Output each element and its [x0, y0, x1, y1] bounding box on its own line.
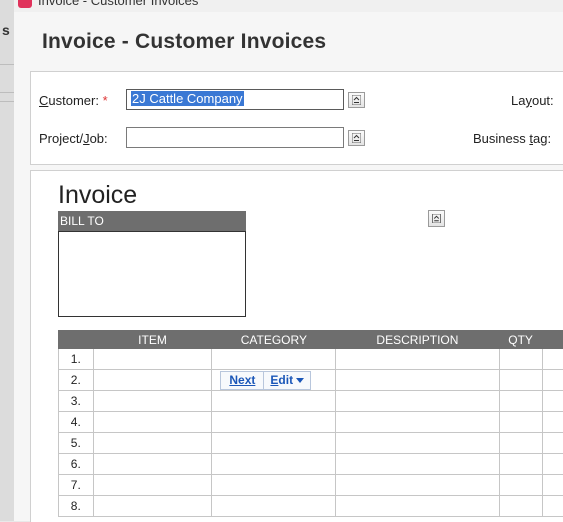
background-window-text: s	[2, 22, 10, 38]
picker-icon	[432, 214, 441, 223]
divider	[0, 92, 14, 93]
item-cell[interactable]	[93, 475, 212, 496]
picker-icon	[352, 133, 361, 143]
row-number: 6.	[59, 454, 94, 475]
category-cell[interactable]	[212, 349, 336, 370]
header-panel: Customer: * 2J Cattle Company Layout: Pr…	[30, 71, 563, 165]
column-header-item[interactable]: ITEM	[93, 331, 212, 349]
divider	[0, 64, 14, 65]
qty-cell[interactable]	[499, 412, 542, 433]
line-items-table: ITEM CATEGORY DESCRIPTION QTY 1. 2.	[58, 330, 563, 517]
table-row[interactable]: 4.	[59, 412, 563, 433]
column-header-description[interactable]: DESCRIPTION	[336, 331, 499, 349]
divider	[0, 101, 14, 102]
extra-cell[interactable]	[542, 349, 563, 370]
extra-cell[interactable]	[542, 433, 563, 454]
row-number: 2.	[59, 370, 94, 391]
edit-menu-button[interactable]: Edit	[264, 372, 310, 389]
row-number: 1.	[59, 349, 94, 370]
business-tag-label: Business tag:	[473, 131, 551, 146]
item-cell[interactable]	[93, 454, 212, 475]
project-picker-button[interactable]	[348, 130, 365, 146]
column-header-qty[interactable]: QTY	[499, 331, 542, 349]
description-cell[interactable]	[336, 454, 499, 475]
item-cell[interactable]	[93, 433, 212, 454]
table-row[interactable]: 2. Next Edit	[59, 370, 563, 391]
bill-to-field[interactable]	[58, 231, 246, 317]
item-cell[interactable]	[93, 496, 212, 517]
description-cell[interactable]	[336, 433, 499, 454]
qty-cell[interactable]	[499, 370, 542, 391]
customer-input[interactable]: 2J Cattle Company	[126, 89, 344, 110]
item-cell[interactable]	[93, 370, 212, 391]
row-number: 3.	[59, 391, 94, 412]
description-cell[interactable]	[336, 391, 499, 412]
item-cell[interactable]	[93, 391, 212, 412]
invoice-heading: Invoice	[58, 181, 137, 210]
category-cell[interactable]	[212, 433, 336, 454]
layout-label: Layout:	[511, 93, 554, 108]
qty-cell[interactable]	[499, 433, 542, 454]
invoice-window: Invoice - Customer Invoices Invoice - Cu…	[14, 0, 563, 521]
row-number: 7.	[59, 475, 94, 496]
customer-label: Customer: *	[39, 93, 108, 108]
row-number: 5.	[59, 433, 94, 454]
invoice-form: Invoice BILL TO ITEM CATEGORY DESCRIPTIO…	[30, 170, 563, 522]
description-cell[interactable]	[336, 370, 499, 391]
extra-cell[interactable]	[542, 370, 563, 391]
category-cell[interactable]	[212, 475, 336, 496]
qty-cell[interactable]	[499, 349, 542, 370]
category-cell[interactable]: Next Edit	[212, 370, 336, 391]
category-cell[interactable]	[212, 391, 336, 412]
required-marker: *	[103, 93, 108, 108]
table-row[interactable]: 1.	[59, 349, 563, 370]
title-bar[interactable]: Invoice - Customer Invoices	[14, 0, 563, 12]
table-row[interactable]: 5.	[59, 433, 563, 454]
column-header-category[interactable]: CATEGORY	[212, 331, 336, 349]
category-cell[interactable]	[212, 412, 336, 433]
table-header-row: ITEM CATEGORY DESCRIPTION QTY	[59, 331, 563, 349]
dropdown-caret-icon	[296, 378, 304, 383]
background-window-strip: s	[0, 0, 14, 521]
extra-cell[interactable]	[542, 412, 563, 433]
category-cell[interactable]	[212, 496, 336, 517]
item-cell[interactable]	[93, 349, 212, 370]
table-row[interactable]: 3.	[59, 391, 563, 412]
qty-cell[interactable]	[499, 454, 542, 475]
bill-to-header: BILL TO	[58, 211, 246, 231]
project-job-label: Project/Job:	[39, 131, 108, 146]
extra-cell[interactable]	[542, 475, 563, 496]
description-cell[interactable]	[336, 412, 499, 433]
description-cell[interactable]	[336, 475, 499, 496]
description-cell[interactable]	[336, 349, 499, 370]
extra-cell[interactable]	[542, 496, 563, 517]
column-header-number	[59, 331, 94, 349]
template-picker-button[interactable]	[428, 210, 445, 227]
column-header-extra	[542, 331, 563, 349]
table-row[interactable]: 6.	[59, 454, 563, 475]
description-cell[interactable]	[336, 496, 499, 517]
page-title: Invoice - Customer Invoices	[42, 30, 326, 54]
extra-cell[interactable]	[542, 454, 563, 475]
picker-icon	[352, 95, 361, 105]
next-button[interactable]: Next	[221, 372, 264, 389]
qty-cell[interactable]	[499, 496, 542, 517]
table-row[interactable]: 7.	[59, 475, 563, 496]
window-title: Invoice - Customer Invoices	[38, 0, 198, 8]
category-cell[interactable]	[212, 454, 336, 475]
table-row[interactable]: 8.	[59, 496, 563, 517]
app-icon	[18, 0, 32, 8]
row-number: 8.	[59, 496, 94, 517]
row-action-popup: Next Edit	[220, 371, 311, 390]
qty-cell[interactable]	[499, 475, 542, 496]
extra-cell[interactable]	[542, 391, 563, 412]
customer-picker-button[interactable]	[348, 92, 365, 108]
project-job-input[interactable]	[126, 127, 344, 148]
row-number: 4.	[59, 412, 94, 433]
qty-cell[interactable]	[499, 391, 542, 412]
item-cell[interactable]	[93, 412, 212, 433]
